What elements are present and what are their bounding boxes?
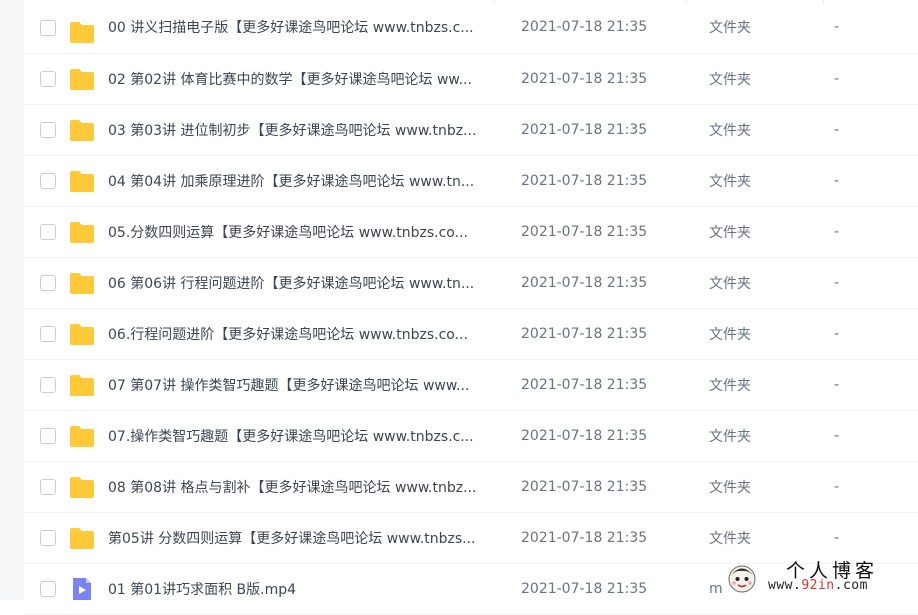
column-divider <box>823 0 824 3</box>
file-list: 00 讲义扫描电子版【更多好课途鸟吧论坛 www.tnbzs.c... 2021-… <box>24 0 918 615</box>
row-checkbox[interactable] <box>40 275 56 291</box>
left-panel-edge <box>0 0 24 600</box>
watermark-url-highlight: 92in <box>801 578 835 593</box>
file-type: 文件夹 <box>709 480 751 496</box>
file-name[interactable]: 06 第06讲 行程问题进阶【更多好课途鸟吧论坛 www.tn... <box>108 273 498 293</box>
file-row[interactable]: 06 第06讲 行程问题进阶【更多好课途鸟吧论坛 www.tn... 2021-0… <box>24 258 918 309</box>
file-type: 文件夹 <box>709 276 751 292</box>
folder-icon <box>69 475 95 499</box>
file-size: - <box>834 18 840 35</box>
file-row[interactable]: 03 第03讲 进位制初步【更多好课途鸟吧论坛 www.tnbz... 2021-… <box>24 105 918 156</box>
row-checkbox[interactable] <box>40 581 56 597</box>
file-name[interactable]: 02 第02讲 体育比赛中的数学【更多好课途鸟吧论坛 ww... <box>108 69 498 89</box>
row-checkbox[interactable] <box>40 530 56 546</box>
file-type: 文件夹 <box>709 19 751 36</box>
folder-icon <box>69 67 95 91</box>
modified-date: 2021-07-18 21:35 <box>521 122 648 138</box>
modified-date: 2021-07-18 21:35 <box>521 377 648 393</box>
file-size: - <box>834 71 840 87</box>
file-name[interactable]: 第05讲 分数四则运算【更多好课途鸟吧论坛 www.tnbzs... <box>108 528 498 548</box>
file-size: - <box>834 428 840 444</box>
column-divider <box>686 0 687 3</box>
file-row[interactable]: 08 第08讲 格点与割补【更多好课途鸟吧论坛 www.tnbz... 2021-… <box>24 462 918 513</box>
folder-icon <box>69 424 95 448</box>
modified-date: 2021-07-18 21:35 <box>521 530 648 546</box>
file-size: - <box>834 224 840 240</box>
row-checkbox[interactable] <box>40 224 56 240</box>
file-name[interactable]: 00 讲义扫描电子版【更多好课途鸟吧论坛 www.tnbzs.c... <box>108 17 498 37</box>
folder-icon <box>69 220 95 244</box>
modified-date: 2021-07-18 21:35 <box>521 224 648 240</box>
folder-icon <box>69 20 95 44</box>
modified-date: 2021-07-18 21:35 <box>521 581 648 597</box>
file-name[interactable]: 06.行程问题进阶【更多好课途鸟吧论坛 www.tnbzs.co... <box>108 324 498 344</box>
file-name[interactable]: 01 第01讲巧求面积 B版.mp4 <box>108 579 498 599</box>
file-name[interactable]: 08 第08讲 格点与割补【更多好课途鸟吧论坛 www.tnbz... <box>108 477 498 497</box>
watermark-url-suffix: .com <box>834 578 868 593</box>
file-size: - <box>834 479 840 495</box>
file-type: 文件夹 <box>709 225 751 241</box>
file-type: 文件夹 <box>709 531 751 547</box>
file-name[interactable]: 07.操作类智巧趣题【更多好课途鸟吧论坛 www.tnbzs.c... <box>108 426 498 446</box>
file-row[interactable]: 04 第04讲 加乘原理进阶【更多好课途鸟吧论坛 www.tn... 2021-0… <box>24 156 918 207</box>
file-type: 文件夹 <box>709 72 751 88</box>
watermark-url-prefix: www. <box>768 578 802 593</box>
modified-date: 2021-07-18 21:35 <box>521 326 648 342</box>
file-type: m <box>709 581 723 597</box>
watermark-avatar-icon <box>728 565 756 593</box>
file-type: 文件夹 <box>709 327 751 343</box>
row-checkbox[interactable] <box>40 326 56 342</box>
folder-icon <box>69 169 95 193</box>
file-name[interactable]: 07 第07讲 操作类智巧趣题【更多好课途鸟吧论坛 www... <box>108 375 498 395</box>
video-file-icon <box>69 577 95 601</box>
row-checkbox[interactable] <box>40 173 56 189</box>
folder-icon <box>69 526 95 550</box>
file-row[interactable]: 07 第07讲 操作类智巧趣题【更多好课途鸟吧论坛 www... 2021-07-… <box>24 360 918 411</box>
file-size: - <box>834 122 840 138</box>
watermark-url: www.92in.com <box>768 578 868 593</box>
watermark: 个人博客 www.92in.com <box>724 556 918 600</box>
modified-date: 2021-07-18 21:35 <box>521 173 648 189</box>
row-checkbox[interactable] <box>40 377 56 393</box>
file-name[interactable]: 04 第04讲 加乘原理进阶【更多好课途鸟吧论坛 www.tn... <box>108 171 498 191</box>
row-checkbox[interactable] <box>40 479 56 495</box>
file-type: 文件夹 <box>709 378 751 394</box>
folder-icon <box>69 373 95 397</box>
file-name[interactable]: 03 第03讲 进位制初步【更多好课途鸟吧论坛 www.tnbz... <box>108 120 498 140</box>
file-type: 文件夹 <box>709 429 751 445</box>
file-type: 文件夹 <box>709 174 751 190</box>
folder-icon <box>69 271 95 295</box>
modified-date: 2021-07-18 21:35 <box>521 18 648 35</box>
file-row[interactable]: 00 讲义扫描电子版【更多好课途鸟吧论坛 www.tnbzs.c... 2021-… <box>24 0 918 54</box>
modified-date: 2021-07-18 21:35 <box>521 479 648 495</box>
modified-date: 2021-07-18 21:35 <box>521 428 648 444</box>
row-checkbox[interactable] <box>40 19 56 36</box>
file-size: - <box>834 530 840 546</box>
modified-date: 2021-07-18 21:35 <box>521 275 648 291</box>
folder-icon <box>69 322 95 346</box>
file-size: - <box>834 326 840 342</box>
file-size: - <box>834 275 840 291</box>
column-divider <box>494 0 495 3</box>
file-type: 文件夹 <box>709 123 751 139</box>
file-row[interactable]: 02 第02讲 体育比赛中的数学【更多好课途鸟吧论坛 ww... 2021-07-… <box>24 54 918 105</box>
modified-date: 2021-07-18 21:35 <box>521 71 648 87</box>
file-row[interactable]: 06.行程问题进阶【更多好课途鸟吧论坛 www.tnbzs.co... 2021-… <box>24 309 918 360</box>
folder-icon <box>69 118 95 142</box>
file-name[interactable]: 05.分数四则运算【更多好课途鸟吧论坛 www.tnbzs.co... <box>108 222 498 242</box>
row-checkbox[interactable] <box>40 71 56 87</box>
file-size: - <box>834 377 840 393</box>
row-checkbox[interactable] <box>40 428 56 444</box>
file-row[interactable]: 05.分数四则运算【更多好课途鸟吧论坛 www.tnbzs.co... 2021-… <box>24 207 918 258</box>
file-size: - <box>834 173 840 189</box>
row-checkbox[interactable] <box>40 122 56 138</box>
file-row[interactable]: 07.操作类智巧趣题【更多好课途鸟吧论坛 www.tnbzs.c... 2021-… <box>24 411 918 462</box>
